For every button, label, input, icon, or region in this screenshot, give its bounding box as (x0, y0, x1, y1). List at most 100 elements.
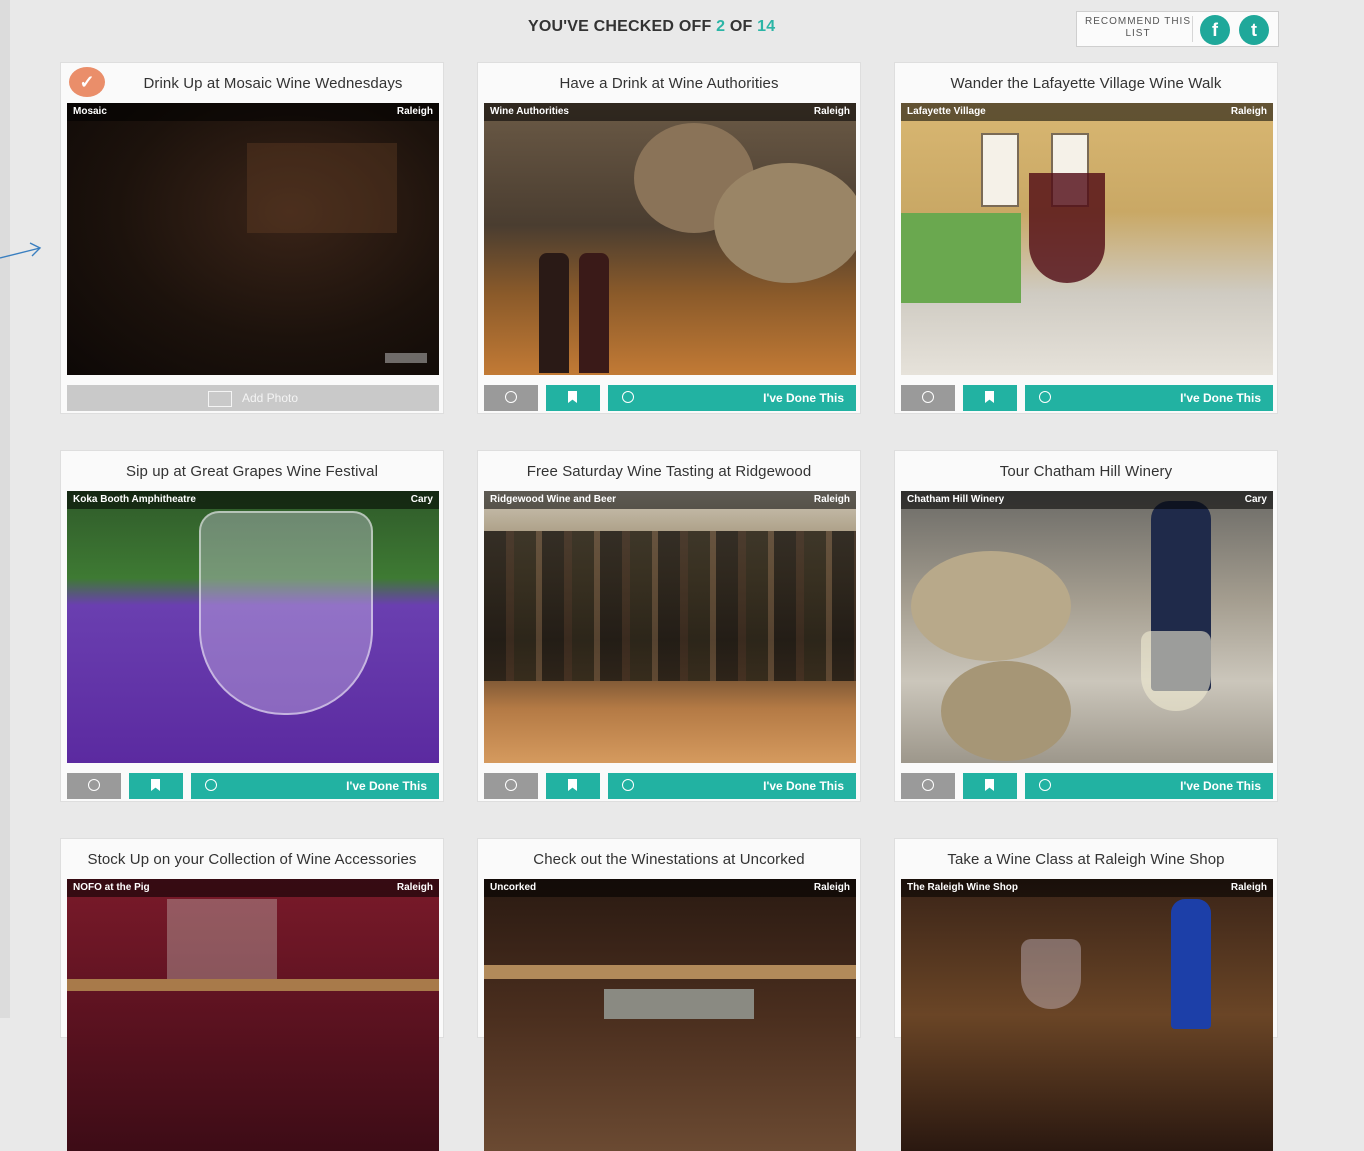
card-title[interactable]: Sip up at Great Grapes Wine Festival (67, 451, 437, 491)
card-actions: I've Done This (67, 773, 439, 799)
photo-wine-glass (1029, 173, 1105, 283)
photo-barrel (911, 551, 1071, 661)
list-card: Stock Up on your Collection of Wine Acce… (60, 838, 444, 1151)
card-title[interactable]: Free Saturday Wine Tasting at Ridgewood (484, 451, 854, 491)
photo-greenery (901, 213, 1021, 303)
photo-bottle (539, 253, 569, 373)
card-title[interactable]: Wander the Lafayette Village Wine Walk (901, 63, 1271, 103)
city-name: Raleigh (813, 106, 850, 117)
bookmark-icon (568, 779, 577, 791)
info-icon (922, 779, 934, 791)
card-photo[interactable]: Chatham Hill Winery Cary (901, 491, 1273, 763)
done-label: I've Done This (763, 779, 844, 793)
card-photo[interactable]: Mosaic Raleigh (67, 103, 439, 375)
venue-name: Koka Booth Amphitheatre (73, 494, 196, 505)
info-icon (88, 779, 100, 791)
pointer-arrow-icon (0, 242, 42, 259)
list-card: Check out the Winestations at Uncorked U… (477, 838, 861, 1151)
total-count: 14 (757, 18, 776, 35)
recommend-label: RECOMMEND THIS LIST (1084, 16, 1192, 39)
info-button[interactable] (901, 385, 955, 411)
done-button[interactable]: I've Done This (1025, 385, 1273, 411)
venue-name: The Raleigh Wine Shop (907, 882, 1019, 893)
photo-bottles (484, 531, 856, 681)
photo-bottle (579, 253, 609, 373)
venue-name: Ridgewood Wine and Beer (490, 494, 617, 505)
city-name: Cary (1244, 494, 1267, 505)
card-title[interactable]: Drink Up at Mosaic Wine Wednesdays (109, 63, 437, 103)
venue-name: NOFO at the Pig (73, 882, 150, 893)
photo-wine-glass (1021, 939, 1081, 1009)
photo-location-bar: NOFO at the Pig Raleigh (67, 879, 439, 897)
bookmark-button[interactable] (546, 385, 600, 411)
card-actions: I've Done This (484, 385, 856, 411)
info-button[interactable] (67, 773, 121, 799)
bookmark-icon (985, 391, 994, 403)
done-button[interactable]: I've Done This (608, 385, 856, 411)
done-button[interactable]: I've Done This (1025, 773, 1273, 799)
list-card: Wander the Lafayette Village Wine Walk L… (894, 62, 1278, 414)
info-icon (922, 391, 934, 403)
recommend-divider (1192, 16, 1193, 42)
info-button[interactable] (484, 385, 538, 411)
photo-dots-icon (385, 353, 427, 363)
done-button[interactable]: I've Done This (191, 773, 439, 799)
bookmark-button[interactable] (963, 773, 1017, 799)
card-title[interactable]: Check out the Winestations at Uncorked (484, 839, 854, 879)
add-photo-label: Add Photo (241, 391, 299, 405)
done-label: I've Done This (1180, 779, 1261, 793)
info-button[interactable] (901, 773, 955, 799)
twitter-icon[interactable]: t (1239, 15, 1269, 45)
city-name: Raleigh (813, 494, 850, 505)
card-actions: I've Done This (484, 773, 856, 799)
check-circle-icon (622, 391, 634, 403)
venue-name: Wine Authorities (490, 106, 569, 117)
done-label: I've Done This (1180, 391, 1261, 405)
photo-wine-glass (199, 511, 373, 715)
bookmark-button[interactable] (129, 773, 183, 799)
city-name: Raleigh (1230, 106, 1267, 117)
card-title[interactable]: Have a Drink at Wine Authorities (484, 63, 854, 103)
checked-badge-icon: ✓ (69, 67, 105, 97)
card-title[interactable]: Tour Chatham Hill Winery (901, 451, 1271, 491)
photo-barrel (941, 661, 1071, 761)
card-photo[interactable]: NOFO at the Pig Raleigh (67, 879, 439, 1151)
card-photo[interactable]: Lafayette Village Raleigh (901, 103, 1273, 375)
check-circle-icon (1039, 391, 1051, 403)
photo-bottle (1171, 899, 1211, 1029)
city-name: Raleigh (1230, 882, 1267, 893)
card-photo[interactable]: Ridgewood Wine and Beer Raleigh (484, 491, 856, 763)
list-card: Free Saturday Wine Tasting at Ridgewood … (477, 450, 861, 802)
card-photo[interactable]: Uncorked Raleigh (484, 879, 856, 1151)
city-name: Raleigh (396, 882, 433, 893)
bookmark-button[interactable] (963, 385, 1017, 411)
done-label: I've Done This (763, 391, 844, 405)
list-card: Tour Chatham Hill Winery Chatham Hill Wi… (894, 450, 1278, 802)
recommend-widget: RECOMMEND THIS LIST f t (1076, 11, 1279, 47)
info-button[interactable] (484, 773, 538, 799)
photo-location-bar: Lafayette Village Raleigh (901, 103, 1273, 121)
city-name: Raleigh (396, 106, 433, 117)
photo-location-bar: The Raleigh Wine Shop Raleigh (901, 879, 1273, 897)
venue-name: Lafayette Village (907, 106, 986, 117)
photo-detail (247, 143, 397, 233)
bookmark-icon (151, 779, 160, 791)
add-photo-button[interactable]: Add Photo (67, 385, 439, 411)
facebook-icon[interactable]: f (1200, 15, 1230, 45)
card-photo[interactable]: Koka Booth Amphitheatre Cary (67, 491, 439, 763)
check-circle-icon (205, 779, 217, 791)
card-title[interactable]: Take a Wine Class at Raleigh Wine Shop (901, 839, 1271, 879)
photo-location-bar: Mosaic Raleigh (67, 103, 439, 121)
list-card: Have a Drink at Wine Authorities Wine Au… (477, 62, 861, 414)
done-button[interactable]: I've Done This (608, 773, 856, 799)
bookmark-button[interactable] (546, 773, 600, 799)
info-icon (505, 779, 517, 791)
card-photo[interactable]: Wine Authorities Raleigh (484, 103, 856, 375)
progress-of: OF (729, 18, 753, 35)
card-photo[interactable]: The Raleigh Wine Shop Raleigh (901, 879, 1273, 1151)
photo-wine-glass (1141, 631, 1211, 711)
list-header: YOU'VE CHECKED OFF 2 OF 14 RECOMMEND THI… (0, 11, 1364, 47)
card-title[interactable]: Stock Up on your Collection of Wine Acce… (67, 839, 437, 879)
photo-detail (167, 899, 277, 989)
list-card: Sip up at Great Grapes Wine Festival Kok… (60, 450, 444, 802)
